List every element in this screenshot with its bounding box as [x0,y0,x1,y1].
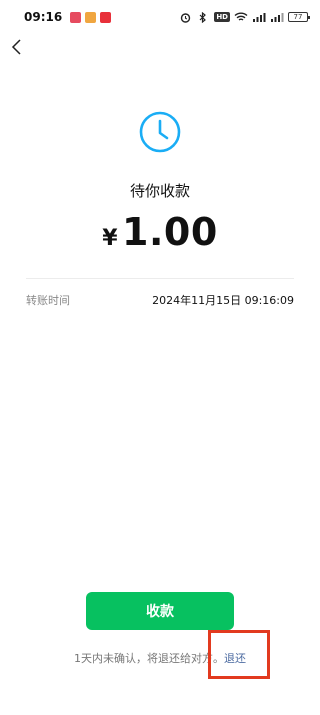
transfer-time-value: 2024年11月15日 09:16:09 [152,294,294,307]
currency-symbol: ¥ [102,226,119,251]
highlight-box [208,630,270,679]
alarm-icon [178,12,192,23]
signal-icon [252,12,266,22]
transfer-amount: ¥ 1.00 [0,210,320,254]
clock-icon [139,111,181,153]
back-button[interactable] [6,36,28,58]
app-notification-icon [100,11,112,23]
status-bar: 09:16 HD 77 [0,0,320,34]
receive-button[interactable]: 收款 [86,592,234,630]
auto-return-note: 1天内未确认，将退还给对方。 [74,652,224,665]
transfer-status-text: 待你收款 [129,182,190,200]
chevron-left-icon [11,39,21,55]
notification-icons [70,11,112,23]
transfer-time-row: 转账时间 2024年11月15日 09:16:09 [26,292,294,308]
status-icons: HD 77 [178,11,310,23]
app-notification-icon [85,11,97,23]
signal-icon-2 [270,12,284,22]
status-time: 09:16 [24,10,63,24]
footer-note: 1天内未确认，将退还给对方。退还 [0,650,320,666]
app-notification-icon [70,11,82,23]
transfer-receive-page: 09:16 HD 77 待你收款 ¥ 1.00 转账时间 2024年11月15日… [0,0,320,715]
wifi-icon [234,12,248,22]
hd-icon: HD [214,12,230,22]
battery-icon: 77 [288,12,310,22]
amount-value: 1.00 [122,210,218,254]
divider [26,278,294,279]
transfer-time-label: 转账时间 [26,294,70,307]
bluetooth-icon [196,11,210,23]
